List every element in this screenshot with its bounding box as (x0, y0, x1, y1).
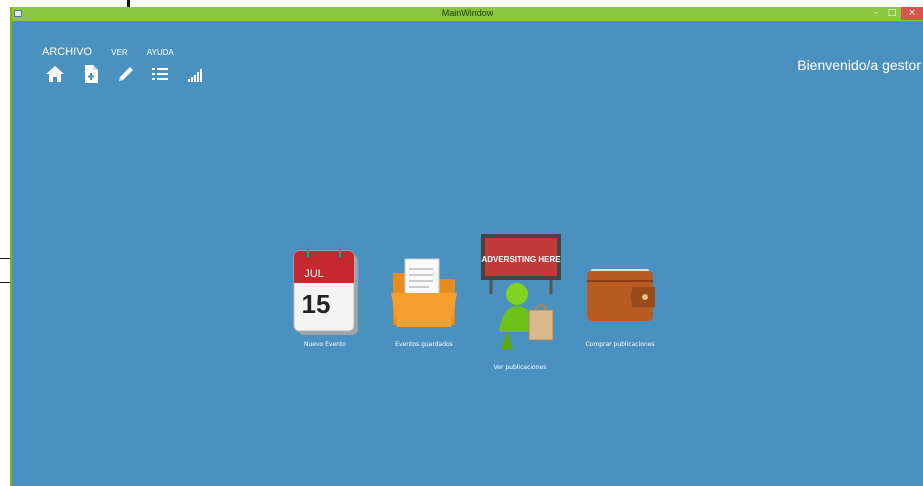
tile-label: Ver publicaciones (493, 364, 547, 371)
list-icon[interactable] (150, 64, 170, 84)
calendar-day: 15 (302, 289, 331, 319)
home-icon[interactable] (45, 64, 65, 84)
main-window: MainWindow – □ × ARCHIVO VER AYUDA Bienv… (10, 7, 923, 486)
close-button[interactable]: × (901, 7, 923, 20)
signal-bars-icon[interactable] (185, 64, 205, 84)
minimize-button[interactable]: – (869, 7, 883, 20)
tile-label: Comprar publicaciones (585, 341, 655, 348)
tile-ver-publicaciones[interactable]: ADVERSITING HERE Ver publicaciones (470, 232, 570, 371)
menu-ver[interactable]: VER (111, 48, 127, 57)
tile-label: Nuevo Evento (304, 341, 346, 348)
folder-icon (391, 258, 457, 327)
calendar-month: JUL (304, 268, 324, 280)
tile-nuevo-evento[interactable]: JUL 15 Nuevo Evento (280, 245, 370, 348)
billboard-text: ADVERSITING HERE (481, 255, 561, 264)
new-document-icon[interactable] (81, 64, 101, 84)
edit-pencil-icon[interactable] (116, 64, 136, 84)
advertising-billboard-icon: ADVERSITING HERE (481, 234, 561, 350)
tile-comprar-publicaciones[interactable]: Comprar publicaciones (570, 257, 670, 348)
window-title: MainWindow (441, 8, 494, 18)
title-bar[interactable]: MainWindow – □ × (12, 7, 923, 22)
tile-label: Eventos guardados (395, 341, 453, 348)
menu-archivo[interactable]: ARCHIVO (42, 46, 92, 58)
menu-ayuda[interactable]: AYUDA (147, 48, 174, 57)
menu-bar: ARCHIVO VER AYUDA (42, 40, 188, 59)
maximize-button[interactable]: □ (885, 7, 899, 20)
welcome-text: Bienvenido/a gestor (797, 57, 921, 73)
wallet-icon (587, 269, 655, 321)
tile-eventos-guardados[interactable]: Eventos guardados (379, 257, 469, 348)
calendar-icon: JUL 15 (293, 247, 358, 335)
